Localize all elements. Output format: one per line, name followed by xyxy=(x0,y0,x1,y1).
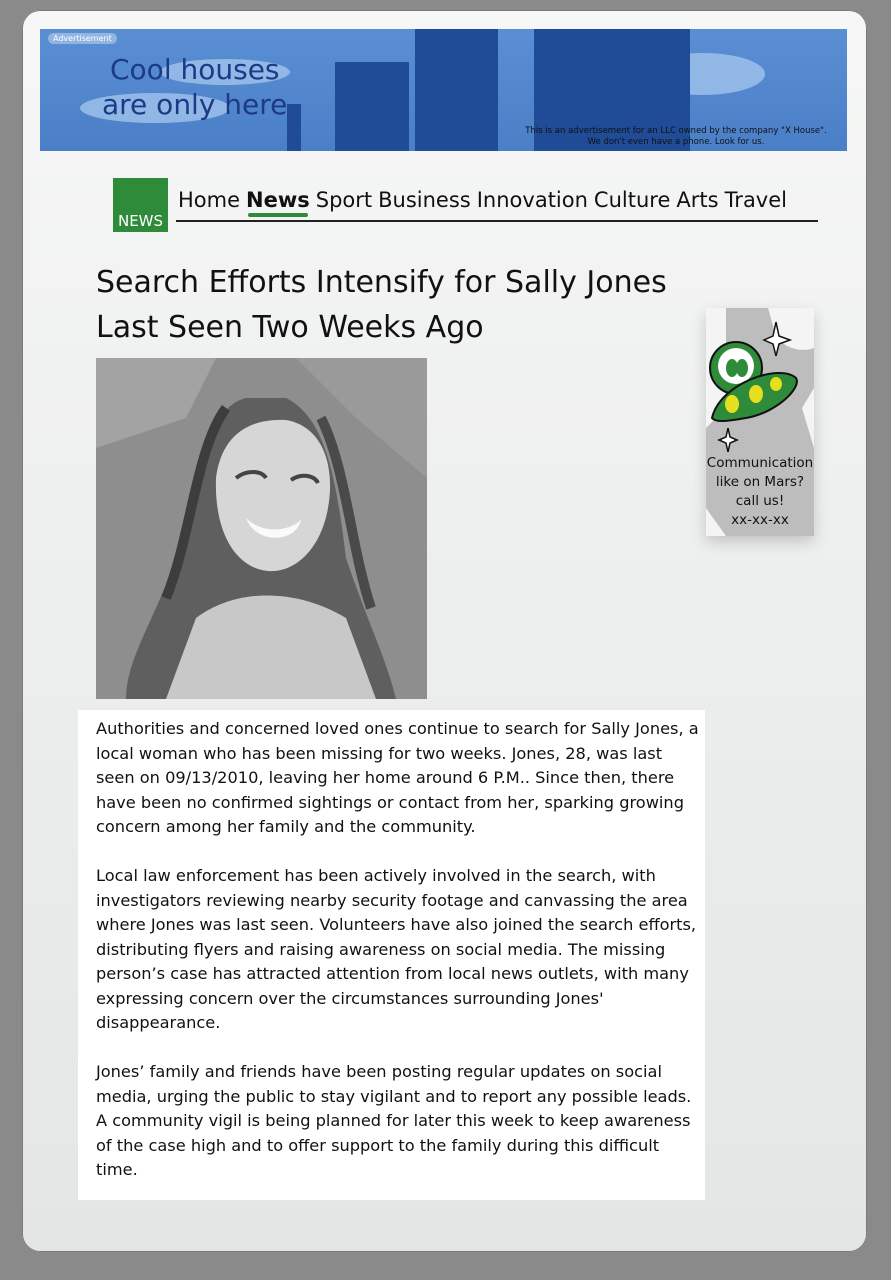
building-shape xyxy=(287,104,301,151)
building-shape xyxy=(415,29,498,151)
side-ad-line: like on Mars? xyxy=(715,474,805,490)
nav-item-home[interactable]: Home xyxy=(178,188,240,212)
ad-label: Advertisement xyxy=(48,33,117,44)
ad-headline: Cool houses xyxy=(110,53,280,86)
nav-divider xyxy=(176,220,818,222)
article-paragraph: Local law enforcement has been actively … xyxy=(96,866,697,1032)
side-ad-line: Communication xyxy=(706,455,814,471)
article-paragraph: Jones’ family and friends have been post… xyxy=(96,1062,692,1179)
page-frame: Advertisement Cool houses are only here … xyxy=(22,10,867,1252)
nav-item-travel[interactable]: Travel xyxy=(725,188,787,212)
nav-item-news[interactable]: News xyxy=(246,188,310,217)
nav-item-innovation[interactable]: Innovation xyxy=(477,188,588,212)
article-paragraph: Authorities and concerned loved ones con… xyxy=(96,719,699,836)
building-shape xyxy=(335,62,409,151)
banner-ad[interactable]: Advertisement Cool houses are only here … xyxy=(40,29,847,151)
ad-headline: are only here xyxy=(102,88,288,121)
ad-disclaimer-line: We don't even have a phone. Look for us. xyxy=(587,137,765,147)
headline-line: Search Efforts Intensify for Sally Jones xyxy=(96,265,667,300)
main-nav: Home News Sport Business Innovation Cult… xyxy=(178,188,787,217)
side-ad-phone: xx-xx-xx xyxy=(731,512,789,528)
ad-disclaimer: This is an advertisement for an LLC owne… xyxy=(511,126,841,148)
nav-item-sport[interactable]: Sport xyxy=(316,188,372,212)
side-ad-text: Communication like on Mars? call us! xx-… xyxy=(706,454,814,530)
news-logo[interactable]: NEWS xyxy=(113,178,168,232)
article-headline: Search Efforts Intensify for Sally Jones… xyxy=(96,260,696,350)
ad-disclaimer-line: This is an advertisement for an LLC owne… xyxy=(525,126,827,136)
side-ad-line: call us! xyxy=(735,493,785,509)
article-photo[interactable] xyxy=(96,358,427,699)
nav-item-arts[interactable]: Arts xyxy=(676,188,718,212)
portrait-illustration xyxy=(96,358,427,699)
nav-item-culture[interactable]: Culture xyxy=(594,188,670,212)
side-ad[interactable]: Communication like on Mars? call us! xx-… xyxy=(706,308,814,536)
nav-item-business[interactable]: Business xyxy=(378,188,471,212)
headline-line: Last Seen Two Weeks Ago xyxy=(96,310,484,345)
article-text: Authorities and concerned loved ones con… xyxy=(96,717,704,1207)
